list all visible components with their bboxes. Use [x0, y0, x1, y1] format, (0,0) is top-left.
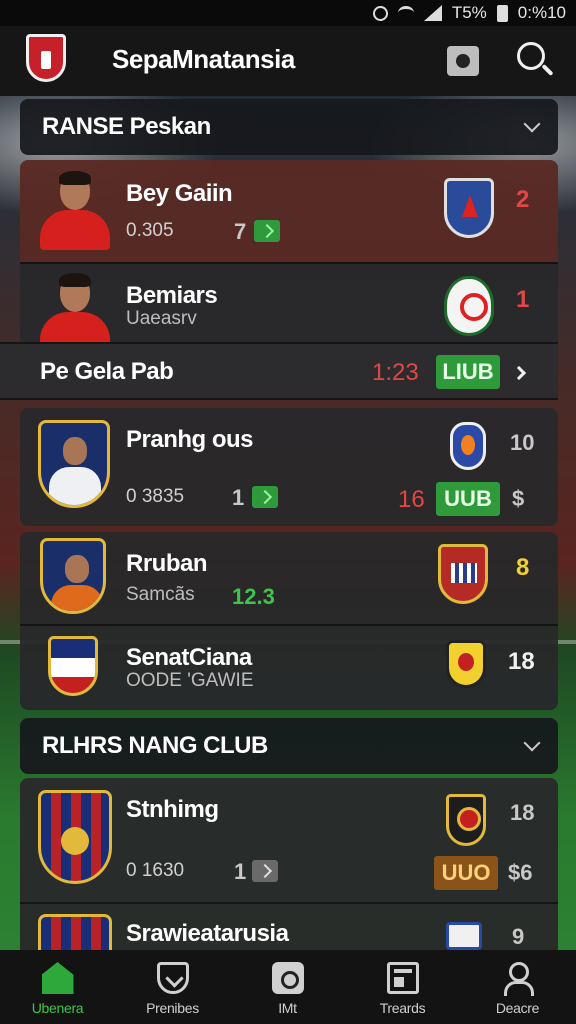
home-icon — [41, 962, 74, 994]
player-card[interactable]: Rruban Samcãs 12.3 8 — [20, 532, 558, 624]
club-crest-icon — [48, 636, 98, 696]
club-card[interactable]: Stnhimg 0 1630 1 18 UUO $6 — [20, 778, 558, 902]
nav-label: Deacre — [495, 1000, 540, 1016]
player-subtitle: Samcãs — [126, 584, 195, 605]
match-row[interactable]: Pe Gela Pab 1:23 LIUB — [0, 342, 558, 400]
chevron-down-icon[interactable] — [523, 115, 541, 133]
nav-label: Ubenera — [31, 1000, 84, 1016]
chevron-right-icon[interactable] — [511, 365, 527, 381]
player-value: 0.305 — [126, 220, 174, 241]
player-score: 10 — [510, 430, 535, 455]
nav-item-trends[interactable]: Treards — [345, 950, 460, 1024]
camera-button[interactable] — [447, 46, 479, 76]
shield-icon — [156, 962, 189, 994]
club-name: Srawieatarusia — [126, 920, 289, 947]
club-crest-icon — [446, 922, 482, 950]
nav-label: Treards — [379, 1000, 426, 1016]
player-name: SenatCiana — [126, 644, 252, 671]
status-bar: T5% 0:%10 — [0, 0, 576, 26]
app-logo — [26, 34, 66, 82]
player-score: 8 — [516, 554, 530, 581]
club-crest-icon — [38, 914, 112, 950]
nav-label: IMt — [278, 1000, 297, 1016]
club-crest-icon — [446, 794, 486, 846]
board-icon — [386, 962, 419, 994]
club-name: Stnhimg — [126, 796, 219, 823]
section-title: RANSE Peskan — [42, 113, 211, 140]
player-subtitle: Uaeasrv — [126, 308, 197, 329]
section-header-first[interactable]: RANSE Peskan — [20, 99, 558, 155]
player-avatar — [40, 170, 110, 250]
bottom-nav: Ubenera Prenibes IMt Treards Deacre — [0, 950, 576, 1024]
signal-icon — [423, 5, 442, 21]
match-time: 1:23 — [372, 359, 419, 386]
club-crest-icon — [450, 422, 486, 470]
ball-icon — [271, 962, 304, 994]
match-badge: LIUB — [436, 355, 500, 389]
player-score: 18 — [508, 648, 535, 675]
player-delta: 12.3 — [232, 584, 275, 609]
nav-item-teams[interactable]: Prenibes — [115, 950, 230, 1024]
match-label: Pe Gela Pab — [40, 358, 174, 385]
status-badge: UUO — [434, 856, 498, 890]
player-card[interactable]: SenatCiana OODE 'GAWIE 18 — [20, 624, 558, 710]
player-card[interactable]: Bemiars Uaeasrv 1 — [20, 262, 558, 344]
person-icon — [502, 962, 534, 996]
wifi-icon — [397, 6, 414, 20]
player-avatar — [38, 420, 110, 508]
club-score-secondary: $6 — [508, 860, 533, 885]
nav-item-profile[interactable]: Deacre — [460, 950, 575, 1024]
search-icon — [517, 42, 545, 70]
nav-item-matches[interactable]: IMt — [230, 950, 345, 1024]
player-card[interactable]: Pranhg ous 0 3835 1 10 16 UUB $ — [20, 408, 558, 526]
club-score: 9 — [512, 924, 525, 949]
club-crest-icon — [444, 178, 494, 238]
player-mark: $ — [512, 486, 525, 511]
player-score: 1 — [516, 286, 530, 313]
player-avatar — [40, 538, 106, 614]
trend-up-icon — [254, 220, 280, 242]
nav-item-home[interactable]: Ubenera — [0, 950, 115, 1024]
player-name: Bey Gaiin — [126, 180, 233, 207]
club-crest-icon — [38, 790, 112, 884]
trend-flat-icon — [252, 860, 278, 882]
status-badge: UUB — [436, 482, 500, 516]
player-name: Pranhg ous — [126, 426, 254, 453]
club-rank: 1 — [234, 859, 247, 884]
player-name: Rruban — [126, 550, 208, 577]
section-title: RLHRS NANG CLUB — [42, 732, 268, 759]
club-score: 18 — [510, 800, 535, 825]
player-name: Bemiars — [126, 282, 218, 309]
club-crest-icon — [446, 640, 486, 688]
player-value: 0 3835 — [126, 486, 185, 507]
club-card[interactable]: Srawieatarusia 9 — [20, 902, 558, 950]
club-crest-icon — [444, 276, 494, 336]
player-avatar — [40, 272, 110, 344]
battery-icon — [496, 4, 508, 22]
club-value: 0 1630 — [126, 860, 185, 881]
player-rank: 1 — [232, 485, 245, 510]
battery-percent: T5% — [451, 3, 487, 22]
player-score: 2 — [516, 186, 530, 213]
player-rank: 7 — [234, 219, 247, 244]
player-card[interactable]: Bey Gaiin 0.305 7 2 — [20, 160, 558, 262]
alarm-icon — [372, 5, 388, 21]
club-crest-icon — [438, 544, 488, 604]
search-button[interactable] — [517, 42, 554, 78]
player-subtitle: OODE 'GAWIE — [126, 670, 254, 691]
section-header-second[interactable]: RLHRS NANG CLUB — [20, 718, 558, 774]
trend-number: 16 — [398, 486, 425, 513]
clock: 0:%10 — [517, 3, 566, 22]
chevron-down-icon[interactable] — [523, 734, 541, 752]
nav-label: Prenibes — [146, 1000, 199, 1016]
app-bar: SepaMnatansia — [0, 26, 576, 96]
trend-up-icon — [252, 486, 278, 508]
app-title: SepaMnatansia — [112, 44, 295, 74]
